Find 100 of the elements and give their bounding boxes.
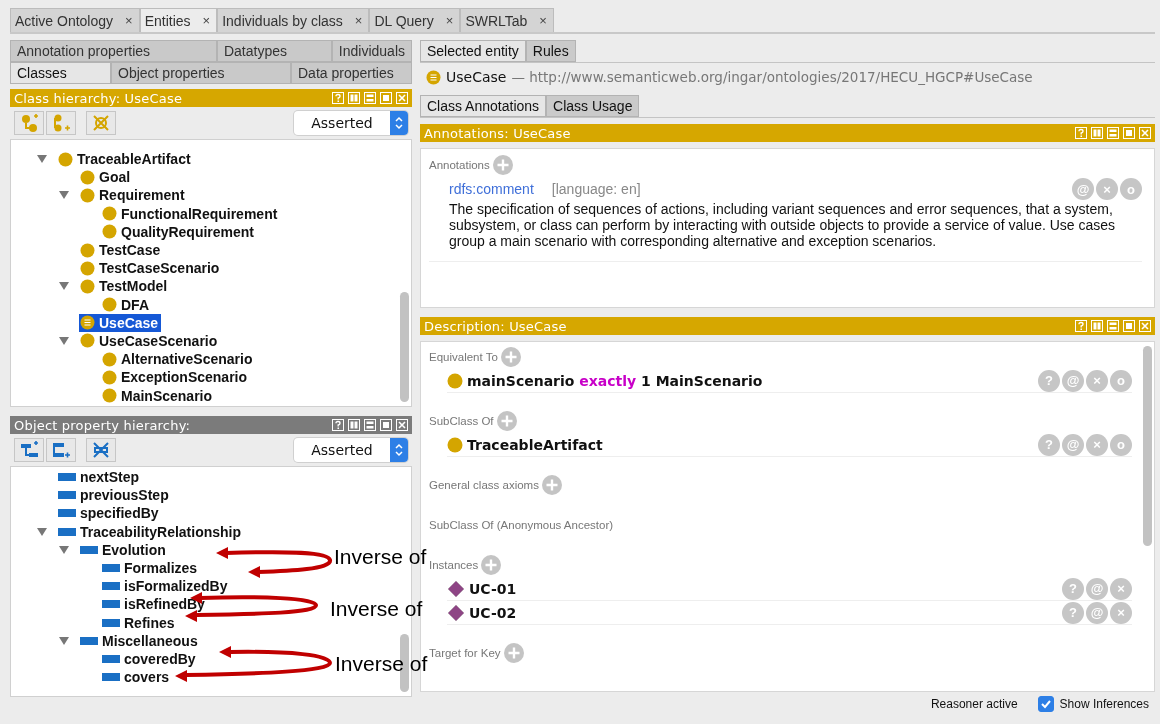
class-item[interactable]: UseCaseScenario — [79, 331, 221, 350]
tab[interactable]: Individuals — [331, 40, 412, 62]
class-item[interactable]: DFA — [101, 295, 152, 314]
callout-label: Inverse of — [330, 597, 423, 621]
maximize-icon[interactable] — [1123, 320, 1135, 332]
split-view-icon[interactable] — [348, 92, 360, 104]
property-item[interactable]: Formalizes — [101, 559, 201, 578]
view-mode-dropdown[interactable]: Asserted — [294, 438, 408, 462]
checkmark-icon — [1039, 698, 1052, 710]
split-view-icon[interactable] — [1091, 320, 1103, 332]
expanded-arrow-icon[interactable] — [59, 281, 69, 292]
tab[interactable]: SWRLTab × — [460, 8, 554, 32]
tab[interactable]: Data properties — [291, 62, 412, 84]
property-item[interactable]: specifiedBy — [57, 504, 162, 523]
class-item[interactable]: FunctionalRequirement — [101, 204, 281, 223]
property-item[interactable]: covers — [101, 668, 173, 687]
property-item[interactable]: previousStep — [57, 486, 172, 505]
tab[interactable]: Object properties — [111, 62, 291, 84]
add-button[interactable] — [496, 411, 517, 431]
class-item[interactable]: TestModel — [79, 277, 171, 296]
tab[interactable]: Annotation properties — [10, 40, 217, 62]
add-button[interactable] — [492, 155, 513, 175]
add-button[interactable] — [500, 347, 521, 367]
annotation-property-link[interactable]: rdfs:comment — [449, 181, 534, 197]
show-inferences-checkbox[interactable] — [1037, 696, 1054, 712]
property-item[interactable]: coveredBy — [101, 649, 199, 668]
maximize-icon[interactable] — [380, 92, 392, 104]
maximize-icon[interactable] — [380, 419, 392, 431]
class-icon — [80, 333, 95, 349]
class-item[interactable]: QualityRequirement — [101, 222, 258, 241]
class-item[interactable]: UseCase — [79, 313, 162, 332]
expanded-arrow-icon[interactable] — [59, 635, 69, 646]
property-item[interactable]: isRefinedBy — [101, 595, 208, 614]
tab[interactable]: Active Ontology × — [10, 8, 140, 32]
close-button[interactable]: × — [125, 13, 133, 28]
close-icon[interactable] — [396, 92, 408, 104]
tab[interactable]: Rules — [525, 40, 576, 62]
tab[interactable]: Datatypes — [216, 40, 332, 62]
close-button[interactable]: × — [354, 13, 363, 28]
add-sibling-class-button[interactable] — [46, 111, 76, 135]
class-item[interactable]: TestCase — [79, 241, 164, 260]
help-icon[interactable] — [1075, 127, 1087, 139]
minimize-icon[interactable] — [364, 92, 376, 104]
class-item[interactable]: TestCaseScenario — [79, 259, 223, 278]
help-icon[interactable] — [332, 92, 344, 104]
close-button[interactable]: × — [445, 13, 454, 28]
expanded-arrow-icon[interactable] — [37, 526, 47, 537]
class-item[interactable]: Requirement — [79, 186, 188, 205]
close-button[interactable]: × — [539, 13, 547, 28]
class-item[interactable]: Goal — [79, 168, 134, 187]
expanded-arrow-icon[interactable] — [59, 544, 69, 555]
delete-button[interactable] — [86, 438, 116, 462]
tab[interactable]: Entities × — [139, 8, 218, 32]
maximize-icon[interactable] — [1123, 127, 1135, 139]
axiom-expression[interactable]: UC-02 — [469, 604, 517, 621]
minimize-icon[interactable] — [1107, 320, 1119, 332]
delete-button[interactable] — [86, 111, 116, 135]
tab[interactable]: Class Annotations — [420, 95, 547, 117]
panel-title: Annotations: UseCase — [424, 125, 571, 141]
add-button[interactable] — [503, 643, 524, 663]
class-item[interactable]: TraceableArtifact — [57, 150, 194, 169]
scrollbar-thumb[interactable] — [1142, 346, 1152, 546]
class-item[interactable]: ExceptionScenario — [101, 368, 251, 387]
minimize-icon[interactable] — [364, 419, 376, 431]
add-button[interactable] — [481, 555, 502, 575]
tab[interactable]: Classes — [10, 62, 111, 84]
axiom-expression[interactable]: TraceableArtifact — [467, 436, 603, 453]
tab[interactable]: Class Usage — [546, 95, 640, 117]
scrollbar-thumb[interactable] — [399, 292, 409, 402]
property-item[interactable]: TraceabilityRelationship — [57, 522, 245, 541]
add-button[interactable] — [541, 475, 562, 495]
close-button[interactable]: × — [202, 13, 211, 28]
close-icon[interactable] — [1139, 320, 1151, 332]
class-item[interactable]: MainScenario — [101, 386, 216, 405]
add-sibling-property-button[interactable] — [46, 438, 76, 462]
add-subclass-button[interactable] — [14, 111, 44, 135]
property-item[interactable]: Evolution — [79, 540, 169, 559]
property-item[interactable]: Miscellaneous — [79, 631, 201, 650]
axiom-expression[interactable]: UC-01 — [469, 580, 517, 597]
expanded-arrow-icon[interactable] — [59, 190, 69, 201]
help-icon[interactable] — [1075, 320, 1087, 332]
help-icon[interactable] — [332, 419, 344, 431]
split-view-icon[interactable] — [348, 419, 360, 431]
tab[interactable]: Individuals by class × — [217, 8, 370, 32]
close-icon[interactable] — [396, 419, 408, 431]
close-icon[interactable] — [1139, 127, 1151, 139]
class-item[interactable]: AlternativeScenario — [101, 350, 256, 369]
tab[interactable]: Selected entity — [420, 40, 526, 62]
property-item[interactable]: nextStep — [57, 468, 143, 487]
property-item[interactable]: Refines — [101, 613, 178, 632]
tab[interactable]: DL Query × — [369, 8, 461, 32]
split-view-icon[interactable] — [1091, 127, 1103, 139]
section-label: SubClass Of — [429, 415, 494, 427]
expanded-arrow-icon[interactable] — [59, 335, 69, 346]
expanded-arrow-icon[interactable] — [37, 154, 47, 165]
view-mode-dropdown[interactable]: Asserted — [294, 111, 408, 135]
property-item[interactable]: isFormalizedBy — [101, 577, 231, 596]
add-subproperty-button[interactable] — [14, 438, 44, 462]
minimize-icon[interactable] — [1107, 127, 1119, 139]
axiom-expression[interactable]: mainScenario exactly 1 MainScenario — [467, 372, 763, 389]
